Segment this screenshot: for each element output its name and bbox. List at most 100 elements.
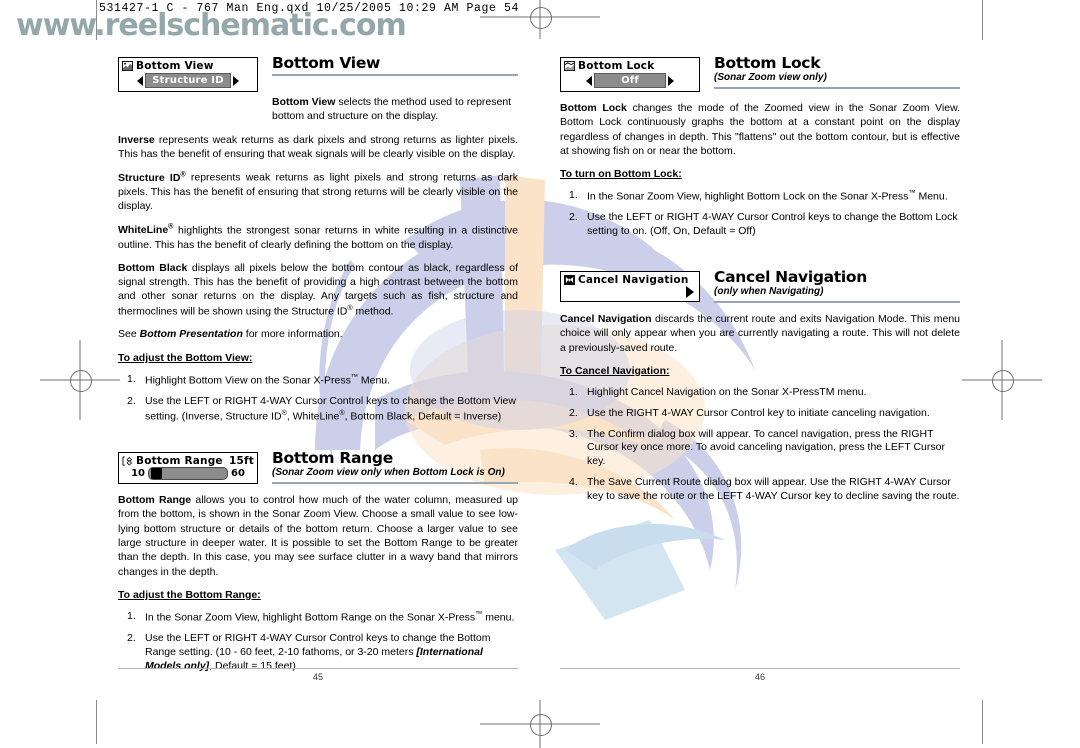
body-paragraph: Inverse represents weak returns as dark … — [118, 133, 518, 161]
body-paragraph: Structure ID® represents weak returns as… — [118, 170, 519, 213]
procedure-step-list: Highlight Bottom View on the Sonar X-Pre… — [118, 373, 518, 425]
body-paragraph: Cancel Navigation discards the current r… — [560, 313, 960, 354]
bottom-view-icon — [122, 61, 133, 71]
section-header-row: Bottom View Structure ID Bottom View — [118, 55, 518, 92]
procedure-step: Highlight Bottom View on the Sonar X-Pre… — [127, 372, 391, 387]
section-rule — [272, 482, 518, 485]
procedure-heading: To adjust the Bottom Range: — [118, 579, 518, 603]
registration-mark-bottom — [480, 700, 600, 748]
right-arrow-icon[interactable] — [686, 286, 694, 299]
right-arrow-icon[interactable] — [232, 75, 239, 86]
procedure-step: In the Sonar Zoom View, highlight Bottom… — [569, 189, 948, 203]
procedure-heading-text: To turn on Bottom Lock: — [560, 168, 682, 181]
section-header-row: Cancel Navigation Cancel Navigation (only … — [560, 269, 960, 303]
registration-mark-right — [962, 340, 1042, 420]
bottom-range-icon — [122, 456, 133, 466]
menu-box-value[interactable]: Structure ID — [145, 73, 231, 88]
crop-line-bottom-left — [96, 700, 97, 744]
body-paragraph: Bottom Black displays all pixels below t… — [118, 261, 518, 318]
crop-line-top-right — [982, 0, 983, 40]
menu-box-label: Bottom Lock — [578, 60, 655, 72]
body-paragraph: Bottom Lock changes the mode of the Zoom… — [560, 102, 961, 157]
procedure-step: Highlight Cancel Navigation on the Sonar… — [569, 385, 867, 400]
section-rule — [714, 301, 960, 303]
menu-box-label: Bottom Range — [136, 455, 223, 468]
section-lead-paragraph: Bottom View selects the method used to r… — [272, 96, 512, 122]
section-subtitle: (Sonar Zoom view only) — [714, 72, 827, 84]
body-paragraph: Bottom Range allows you to control how m… — [118, 494, 518, 578]
section-subtitle: (only when Navigating) — [714, 286, 824, 298]
menu-box-bottom-lock[interactable]: Bottom Lock Off — [560, 57, 700, 92]
bottom-lock-icon — [564, 61, 575, 71]
menu-box-label: Cancel Navigation — [578, 274, 689, 287]
section-title: Bottom View — [272, 54, 381, 72]
right-arrow-icon[interactable] — [668, 75, 674, 86]
page-number-right: 46 — [754, 672, 765, 683]
cancel-navigation-icon — [564, 275, 575, 286]
manual-section: Bottom Range 15ft 10 60 Bottom Range (Sonar Z… — [118, 450, 518, 674]
procedure-heading-text: To adjust the Bottom View: — [118, 351, 253, 364]
menu-box-submenu-row — [561, 286, 699, 301]
section-heading-block: Bottom View — [258, 55, 518, 76]
menu-box-selector-row: Off — [561, 72, 699, 91]
procedure-heading: To adjust the Bottom View: — [118, 342, 518, 366]
section-heading-block: Bottom Range (Sonar Zoom view only when B… — [258, 449, 518, 485]
slider-max-label: 60 — [231, 468, 245, 480]
right-page: Bottom Lock Off Bottom Lock (Sonar Zoom vie… — [560, 55, 960, 514]
manual-section: Cancel Navigation Cancel Navigation (only … — [560, 269, 960, 504]
footer-rule-left — [118, 668, 518, 670]
menu-box-title-row: Bottom Lock — [561, 58, 699, 72]
page-number-left: 45 — [312, 672, 323, 683]
section-header-row: Bottom Range 15ft 10 60 Bottom Range (Sonar Z… — [118, 449, 518, 485]
procedure-step: The Save Current Route dialog box will a… — [569, 476, 960, 502]
section-title: Bottom Range — [272, 449, 393, 468]
menu-box-title-row: Bottom Range 15ft — [119, 453, 257, 467]
manual-section: Bottom Lock Off Bottom Lock (Sonar Zoom vie… — [560, 55, 960, 239]
right-page-footer: 46 — [560, 668, 960, 682]
section-rule — [272, 74, 518, 76]
section-title: Cancel Navigation — [714, 268, 867, 287]
section-heading-block: Cancel Navigation (only when Navigating) — [700, 269, 960, 303]
procedure-step-list: Highlight Cancel Navigation on the Sonar… — [560, 386, 960, 504]
menu-box-title-row: Cancel Navigation — [561, 272, 699, 286]
procedure-step: Use the RIGHT 4-WAY Cursor Control key t… — [569, 406, 930, 421]
menu-box-slider-row[interactable]: 10 60 — [119, 467, 257, 483]
menu-box-title-row: Bottom View — [119, 58, 257, 72]
section-subtitle: (Sonar Zoom view only when Bottom Lock i… — [272, 467, 505, 479]
left-arrow-icon[interactable] — [586, 75, 592, 86]
watermark-url: www.reelschematic.com — [16, 8, 407, 43]
menu-box-value: 15ft — [229, 455, 254, 468]
footer-rule-right — [560, 668, 960, 670]
body-paragraph: See Bottom Presentation for more informa… — [118, 328, 343, 341]
left-page-footer: 45 — [118, 668, 518, 682]
menu-box-selector-row: Structure ID — [119, 72, 257, 91]
section-title: Bottom Lock — [714, 54, 821, 72]
menu-box-value[interactable]: Off — [594, 73, 666, 88]
section-rule — [714, 87, 960, 89]
manual-section: Bottom View Structure ID Bottom View Bottom… — [118, 55, 518, 424]
slider-knob[interactable] — [151, 468, 162, 480]
menu-box-cancel-navigation[interactable]: Cancel Navigation — [560, 271, 700, 303]
procedure-heading: To turn on Bottom Lock: — [560, 158, 960, 182]
menu-box-label: Bottom View — [136, 60, 214, 72]
left-arrow-icon[interactable] — [137, 75, 144, 86]
slider-min-label: 10 — [131, 468, 145, 480]
procedure-step: In the Sonar Zoom View, highlight Bottom… — [127, 609, 515, 624]
procedure-step: The Confirm dialog box will appear. To c… — [569, 427, 945, 468]
left-page: Bottom View Structure ID Bottom View Bottom… — [118, 55, 518, 684]
section-header-row: Bottom Lock Off Bottom Lock (Sonar Zoom vie… — [560, 55, 960, 92]
crop-line-bottom-right — [982, 700, 983, 744]
procedure-step-list: In the Sonar Zoom View, highlight Bottom… — [560, 189, 960, 239]
menu-box-bottom-range[interactable]: Bottom Range 15ft 10 60 — [118, 452, 258, 485]
menu-box-bottom-view[interactable]: Bottom View Structure ID — [118, 57, 258, 92]
procedure-step-list: In the Sonar Zoom View, highlight Bottom… — [118, 610, 518, 674]
procedure-heading-text: To Cancel Navigation: — [560, 364, 670, 377]
procedure-step: Use the LEFT or RIGHT 4-WAY Cursor Contr… — [127, 394, 516, 423]
slider-track[interactable] — [148, 467, 228, 481]
procedure-step: Use the LEFT or RIGHT 4-WAY Cursor Contr… — [569, 211, 958, 238]
procedure-heading-text: To adjust the Bottom Range: — [118, 588, 261, 601]
procedure-heading: To Cancel Navigation: — [560, 355, 960, 379]
section-heading-block: Bottom Lock (Sonar Zoom view only) — [700, 55, 960, 89]
registration-mark-left — [40, 340, 120, 420]
body-paragraph: WhiteLine® highlights the strongest sona… — [118, 222, 518, 251]
